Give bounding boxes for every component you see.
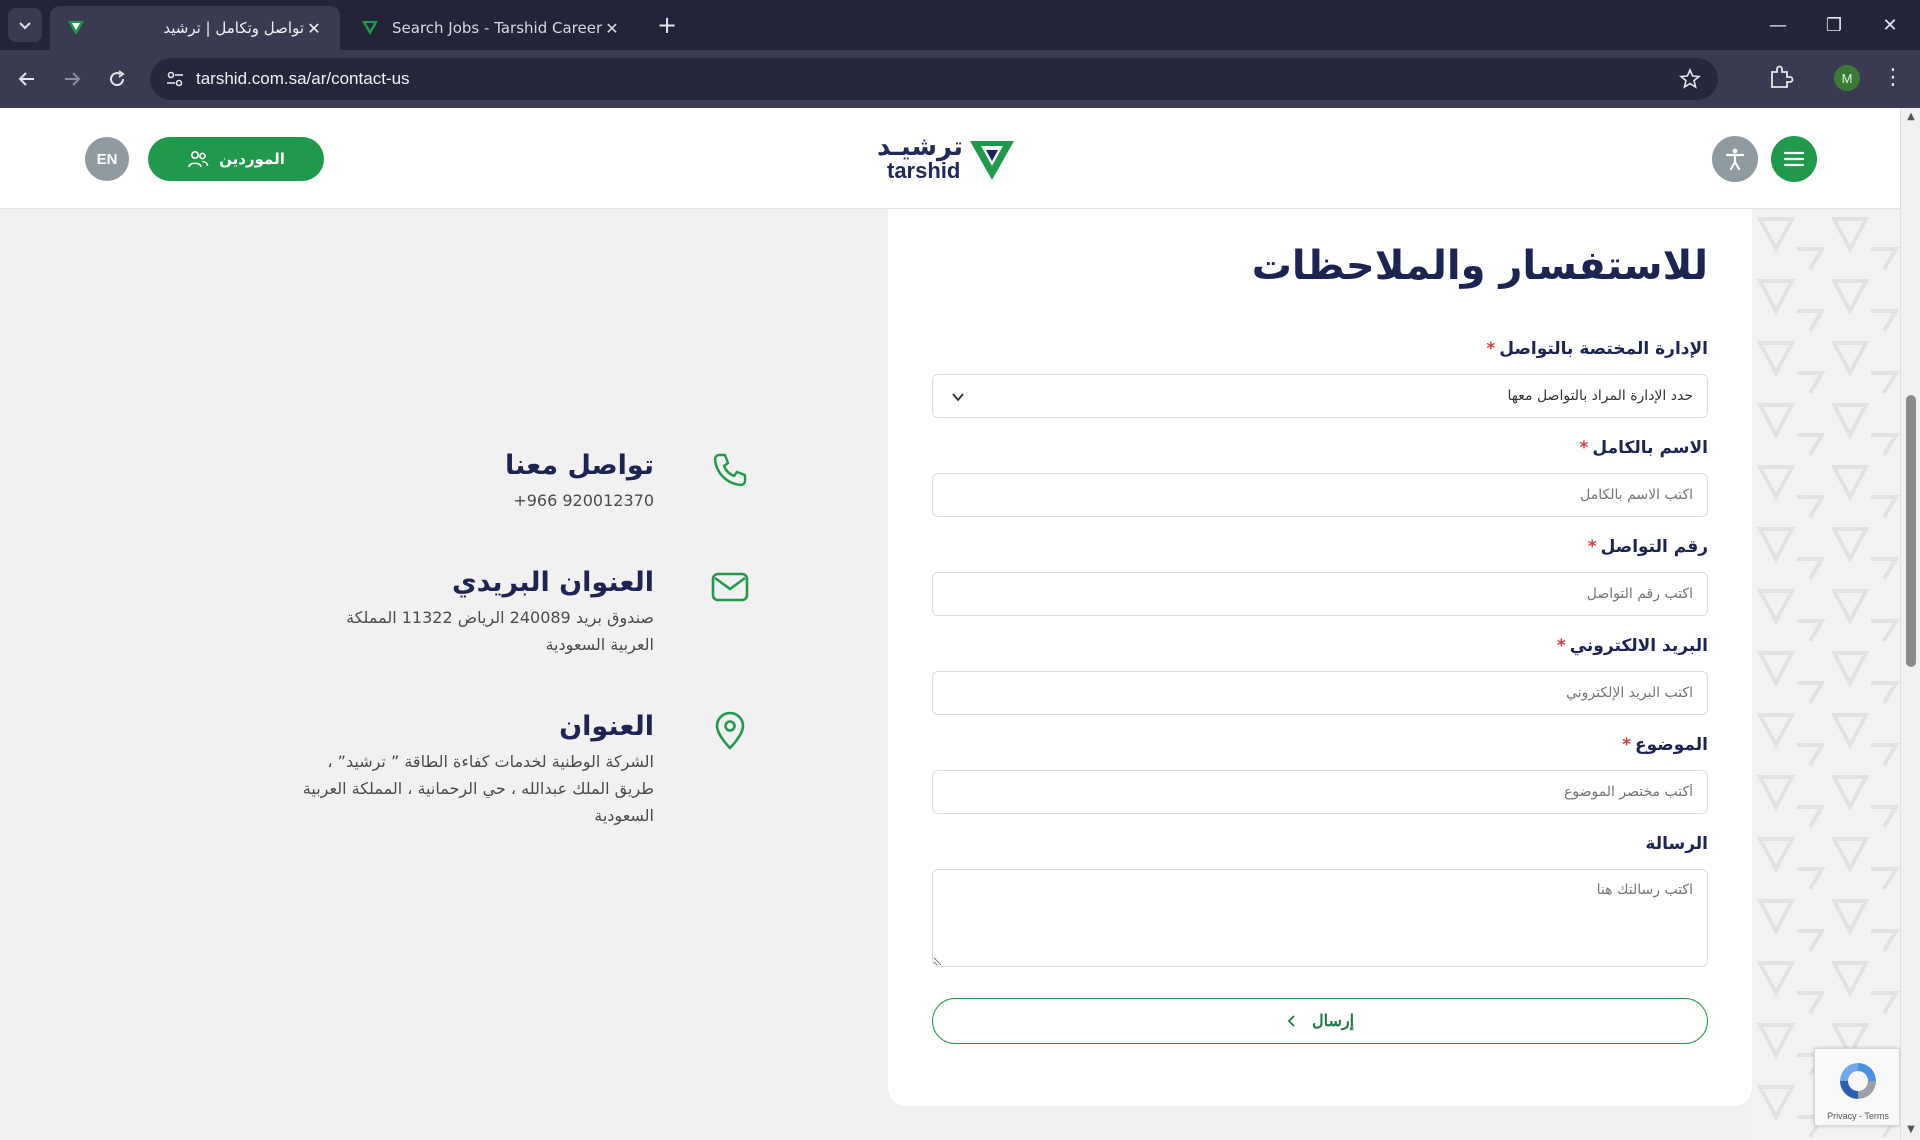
tarshid-favicon-icon (362, 21, 378, 35)
full-name-input[interactable] (932, 473, 1708, 517)
required-mark: * (1587, 537, 1597, 557)
recaptcha-links[interactable]: Privacy - Terms (1815, 1111, 1901, 1121)
phone-label: رقم التواصل* (1587, 537, 1708, 557)
submit-label: إرسال (1311, 1013, 1355, 1030)
arrow-right-icon (65, 72, 81, 86)
message-textarea[interactable] (932, 869, 1708, 967)
url-text: tarshid.com.sa/ar/contact-us (196, 69, 410, 88)
browser-menu-icon[interactable]: ⋮ (1880, 62, 1906, 92)
forward-button[interactable] (55, 62, 89, 96)
hamburger-icon (1783, 151, 1805, 167)
reload-icon (110, 70, 125, 87)
required-mark: * (1622, 735, 1632, 755)
scroll-up-arrow-icon[interactable]: ▲ (1905, 111, 1917, 123)
department-label: الإدارة المختصة بالتواصل* (1486, 339, 1708, 359)
accessibility-icon (1725, 148, 1745, 171)
required-mark: * (1486, 339, 1496, 359)
menu-button[interactable] (1771, 136, 1817, 182)
location-pin-icon (715, 711, 745, 750)
email-label: البريد الالكتروني* (1556, 636, 1708, 656)
full-name-label: الاسم بالكامل* (1579, 438, 1708, 458)
department-select[interactable]: حدد الإدارة المراد بالتواصل معها (932, 374, 1708, 418)
chevron-left-icon (1287, 1015, 1295, 1027)
mail-value: صندوق بريد 240089 الرياض 11322 المملكة ا… (346, 608, 654, 654)
recaptcha-badge[interactable]: Privacy - Terms (1814, 1048, 1900, 1126)
logo-english-text: tarshid (887, 158, 961, 183)
recaptcha-icon (1840, 1063, 1876, 1099)
chevron-down-icon (952, 393, 964, 402)
tarshid-logo-mark-icon (970, 141, 1014, 180)
message-label: الرسالة (1645, 834, 1708, 854)
tab-title: Search Jobs - Tarshid Careers (392, 19, 602, 37)
suppliers-button[interactable]: الموردين (148, 137, 324, 181)
phone-icon (713, 453, 747, 487)
site-header: EN الموردين ترشيـد tarshid (0, 108, 1900, 209)
phone-input[interactable] (932, 572, 1708, 616)
close-window-button[interactable]: ✕ (1862, 0, 1918, 50)
mail-title: العنوان البريدي (452, 567, 654, 598)
address-value: الشركة الوطنية لخدمات كفاءة الطاقة ” ترش… (302, 752, 654, 825)
page: EN الموردين ترشيـد tarshid تواصل معنا +9… (0, 108, 1900, 1140)
bookmark-star-icon[interactable] (1678, 67, 1702, 91)
browser-tabbar: تواصل وتكامل | ترشيد ✕ Search Jobs - Tar… (0, 0, 1920, 50)
extensions-puzzle-icon[interactable] (1766, 62, 1796, 92)
email-input[interactable] (932, 671, 1708, 715)
tarshid-favicon-icon (68, 21, 84, 35)
tab-search-button[interactable] (8, 8, 42, 42)
department-selected-value: حدد الإدارة المراد بالتواصل معها (1507, 388, 1693, 404)
language-toggle-button[interactable]: EN (85, 137, 129, 181)
profile-avatar[interactable]: M (1834, 65, 1860, 91)
subject-input[interactable] (932, 770, 1708, 814)
address-bar[interactable]: tarshid.com.sa/ar/contact-us (150, 58, 1718, 100)
tab-search-jobs[interactable]: Search Jobs - Tarshid Careers ✕ (344, 6, 638, 50)
address-title: العنوان (559, 711, 654, 742)
browser-toolbar: tarshid.com.sa/ar/contact-us (0, 50, 1920, 108)
inquiry-form-card: للاستفسار والملاحظات الإدارة المختصة بال… (888, 209, 1752, 1106)
scroll-down-arrow-icon[interactable]: ▼ (1905, 1124, 1917, 1136)
tab-contact-us[interactable]: تواصل وتكامل | ترشيد ✕ (50, 6, 340, 50)
tab-title: تواصل وتكامل | ترشيد (163, 19, 304, 37)
phone-value[interactable]: +966 920012370 (380, 487, 654, 514)
restore-button[interactable]: ❐ (1806, 0, 1862, 50)
new-tab-button[interactable]: + (652, 11, 682, 39)
close-tab-icon[interactable]: ✕ (304, 18, 324, 38)
accessibility-button[interactable] (1712, 136, 1758, 182)
submit-button[interactable]: إرسال (932, 998, 1708, 1044)
subject-label: الموضوع* (1622, 735, 1708, 755)
phone-title: تواصل معنا (504, 450, 654, 481)
decorative-pattern (1752, 209, 1900, 1140)
back-button[interactable] (10, 62, 44, 96)
users-icon (188, 150, 209, 168)
contact-phone-block: تواصل معنا +966 920012370 (380, 450, 747, 514)
form-title: للاستفسار والملاحظات (1251, 243, 1708, 289)
required-mark: * (1579, 438, 1589, 458)
close-tab-icon[interactable]: ✕ (602, 18, 622, 38)
contact-address-block: العنوان الشركة الوطنية لخدمات كفاءة الطا… (300, 711, 745, 829)
chevron-down-icon (19, 22, 31, 30)
contact-mail-block: العنوان البريدي صندوق بريد 240089 الرياض… (320, 567, 749, 658)
reload-button[interactable] (100, 62, 134, 96)
minimize-button[interactable]: — (1750, 0, 1806, 50)
tarshid-logo[interactable]: ترشيـد tarshid (877, 132, 1015, 184)
envelope-icon (711, 572, 749, 602)
suppliers-label: الموردين (219, 150, 285, 168)
page-scrollbar[interactable]: ▲ ▼ (1900, 108, 1920, 1140)
arrow-left-icon (18, 72, 34, 86)
scroll-thumb[interactable] (1906, 395, 1916, 667)
site-info-icon[interactable] (164, 68, 186, 90)
required-mark: * (1556, 636, 1566, 656)
